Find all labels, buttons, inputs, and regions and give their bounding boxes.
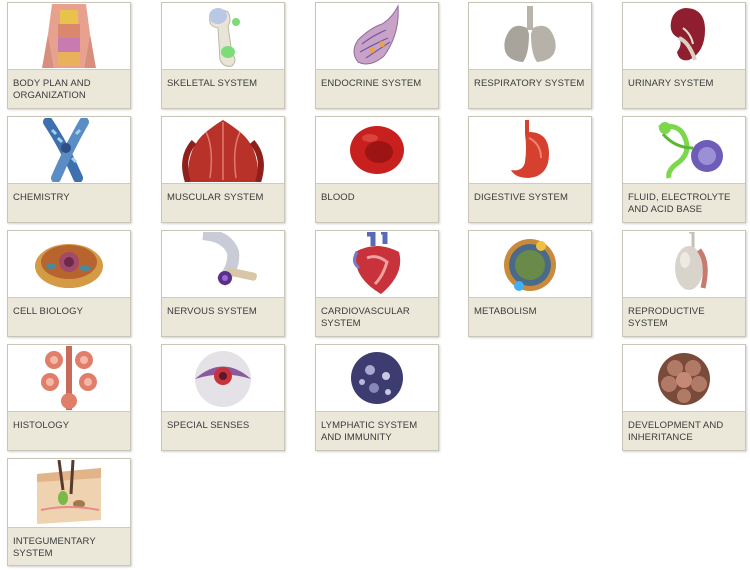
- tile-cardiovascular-system[interactable]: CARDIOVASCULAR SYSTEM: [315, 230, 439, 337]
- tile-label: SPECIAL SENSES: [167, 420, 250, 431]
- stomach-icon: [469, 117, 591, 184]
- tile-label: DEVELOPMENT AND INHERITANCE: [628, 420, 724, 443]
- neuron-icon: [162, 231, 284, 298]
- topic-grid: BODY PLAN AND ORGANIZATION SKELETAL SYST…: [0, 0, 750, 570]
- tile-body-plan[interactable]: BODY PLAN AND ORGANIZATION: [7, 2, 131, 109]
- tile-label: BODY PLAN AND ORGANIZATION: [13, 78, 91, 101]
- muscle-icon: [162, 117, 284, 184]
- tile-development[interactable]: DEVELOPMENT AND INHERITANCE: [622, 344, 746, 451]
- tile-fluid-electrolyte[interactable]: FLUID, ELECTROLYTE AND ACID BASE: [622, 116, 746, 223]
- tile-label: NERVOUS SYSTEM: [167, 306, 257, 317]
- eye-icon: [162, 345, 284, 412]
- tile-reproductive-system[interactable]: REPRODUCTIVE SYSTEM: [622, 230, 746, 337]
- tile-label: DIGESTIVE SYSTEM: [474, 192, 568, 203]
- tile-label: FLUID, ELECTROLYTE AND ACID BASE: [628, 192, 731, 215]
- heart-icon: [316, 231, 438, 298]
- torso-icon: [8, 3, 130, 70]
- tile-blood[interactable]: BLOOD: [315, 116, 439, 223]
- lymphocyte-icon: [316, 345, 438, 412]
- tile-label: URINARY SYSTEM: [628, 78, 714, 89]
- tile-label: SKELETAL SYSTEM: [167, 78, 258, 89]
- tile-lymphatic-system[interactable]: LYMPHATIC SYSTEM AND IMMUNITY: [315, 344, 439, 451]
- tile-chemistry[interactable]: CHEMISTRY: [7, 116, 131, 223]
- tile-label: CELL BIOLOGY: [13, 306, 84, 317]
- tile-histology[interactable]: HISTOLOGY: [7, 344, 131, 451]
- tile-label: BLOOD: [321, 192, 355, 203]
- testis-icon: [623, 231, 745, 298]
- tissue-gland-icon: [8, 345, 130, 412]
- tile-endocrine-system[interactable]: ENDOCRINE SYSTEM: [315, 2, 439, 109]
- morula-icon: [623, 345, 745, 412]
- tile-metabolism[interactable]: METABOLISM: [468, 230, 592, 337]
- tile-label: RESPIRATORY SYSTEM: [474, 78, 585, 89]
- nephron-icon: [623, 117, 745, 184]
- tile-cell-biology[interactable]: CELL BIOLOGY: [7, 230, 131, 337]
- cell-icon: [8, 231, 130, 298]
- tile-nervous-system[interactable]: NERVOUS SYSTEM: [161, 230, 285, 337]
- gland-icon: [316, 3, 438, 70]
- tile-label: ENDOCRINE SYSTEM: [321, 78, 422, 89]
- tile-digestive-system[interactable]: DIGESTIVE SYSTEM: [468, 116, 592, 223]
- tile-urinary-system[interactable]: URINARY SYSTEM: [622, 2, 746, 109]
- skin-icon: [8, 459, 130, 528]
- tile-label: INTEGUMENTARY SYSTEM: [13, 536, 96, 559]
- red-blood-cell-icon: [316, 117, 438, 184]
- tile-label: CARDIOVASCULAR SYSTEM: [321, 306, 410, 329]
- tile-muscular-system[interactable]: MUSCULAR SYSTEM: [161, 116, 285, 223]
- tile-skeletal-system[interactable]: SKELETAL SYSTEM: [161, 2, 285, 109]
- tile-integumentary-system[interactable]: INTEGUMENTARY SYSTEM: [7, 458, 131, 566]
- tile-label: CHEMISTRY: [13, 192, 70, 203]
- tile-label: HISTOLOGY: [13, 420, 70, 431]
- tile-respiratory-system[interactable]: RESPIRATORY SYSTEM: [468, 2, 592, 109]
- bone-icon: [162, 3, 284, 70]
- kidney-icon: [623, 3, 745, 70]
- tile-label: MUSCULAR SYSTEM: [167, 192, 264, 203]
- tile-label: LYMPHATIC SYSTEM AND IMMUNITY: [321, 420, 418, 443]
- metabolism-cell-icon: [469, 231, 591, 298]
- tile-label: REPRODUCTIVE SYSTEM: [628, 306, 705, 329]
- tile-special-senses[interactable]: SPECIAL SENSES: [161, 344, 285, 451]
- chromosome-icon: [8, 117, 130, 184]
- tile-label: METABOLISM: [474, 306, 537, 317]
- lungs-icon: [469, 3, 591, 70]
